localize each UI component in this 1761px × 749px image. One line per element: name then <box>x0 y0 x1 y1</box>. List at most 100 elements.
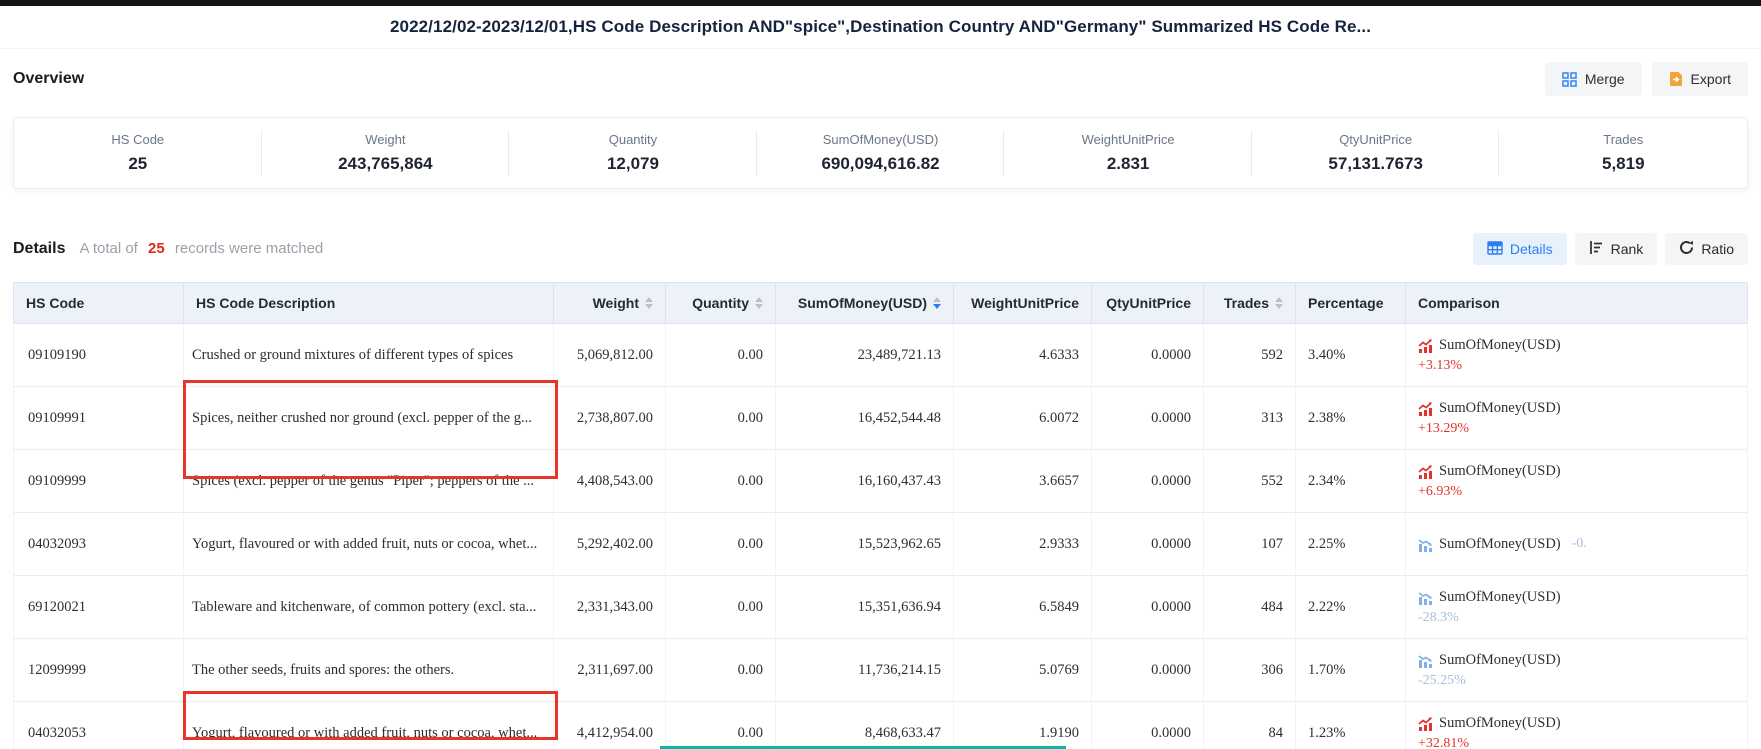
cell-weight_unit_price: 6.0072 <box>954 387 1092 450</box>
cell-sum_of_money: 16,160,437.43 <box>776 450 954 513</box>
cell-weight: 2,311,697.00 <box>554 639 666 702</box>
comparison-change-value: -28.3% <box>1418 610 1459 625</box>
comparison-cell: SumOfMoney(USD)+3.13% <box>1406 324 1748 387</box>
cell-weight_unit_price: 3.6657 <box>954 450 1092 513</box>
sort-caret-icon[interactable] <box>933 297 941 309</box>
cell-quantity: 0.00 <box>666 450 776 513</box>
tab-details-label: Details <box>1510 241 1553 257</box>
cell-qty_unit_price: 0.0000 <box>1092 576 1204 639</box>
cell-sum_of_money: 16,452,544.48 <box>776 387 954 450</box>
tab-ratio[interactable]: Ratio <box>1665 233 1748 265</box>
cell-description: The other seeds, fruits and spores: the … <box>184 639 554 702</box>
comparison-cell: SumOfMoney(USD) -28.3% <box>1406 576 1748 639</box>
cell-weight_unit_price: 6.5849 <box>954 576 1092 639</box>
cell-description: Spices (excl. pepper of the genus "Piper… <box>184 450 554 513</box>
column-header-quantity[interactable]: Quantity <box>666 283 776 324</box>
table-row[interactable]: 04032093Yogurt, flavoured or with added … <box>14 513 1748 576</box>
cell-description: Yogurt, flavoured or with added fruit, n… <box>184 513 554 576</box>
ratio-cycle-icon <box>1679 240 1694 258</box>
cell-weight: 4,408,543.00 <box>554 450 666 513</box>
cell-trades: 306 <box>1204 639 1296 702</box>
column-header-weight[interactable]: Weight <box>554 283 666 324</box>
cell-trades: 484 <box>1204 576 1296 639</box>
cell-weight: 5,069,812.00 <box>554 324 666 387</box>
column-label: Comparison <box>1418 295 1500 311</box>
stat-value: 5,819 <box>1602 154 1645 174</box>
cell-percentage: 3.40% <box>1296 324 1406 387</box>
column-header-sum_of_money[interactable]: SumOfMoney(USD) <box>776 283 954 324</box>
cell-hs_code: 09109991 <box>14 387 184 450</box>
export-button[interactable]: Export <box>1652 62 1748 96</box>
sort-caret-icon[interactable] <box>1275 297 1283 309</box>
details-table: HS CodeHS Code DescriptionWeightQuantity… <box>13 282 1748 749</box>
comparison-change-value: -25.25% <box>1418 673 1466 688</box>
bar-chart-up-icon <box>1418 338 1433 353</box>
comparison-cell: SumOfMoney(USD) -25.25% <box>1406 639 1748 702</box>
cell-qty_unit_price: 0.0000 <box>1092 387 1204 450</box>
column-label: Weight <box>593 295 639 311</box>
cell-percentage: 1.70% <box>1296 639 1406 702</box>
cell-trades: 592 <box>1204 324 1296 387</box>
cell-trades: 107 <box>1204 513 1296 576</box>
column-label: Trades <box>1224 295 1269 311</box>
comparison-change-value: +32.81% <box>1418 736 1469 749</box>
cell-percentage: 2.38% <box>1296 387 1406 450</box>
sort-caret-icon[interactable] <box>645 297 653 309</box>
cell-trades: 552 <box>1204 450 1296 513</box>
overview-stats: HS Code 25 Weight 243,765,864 Quantity 1… <box>13 117 1748 189</box>
cell-weight_unit_price: 1.9190 <box>954 702 1092 749</box>
bar-chart-up-icon <box>1418 716 1433 731</box>
tab-details[interactable]: Details <box>1473 233 1567 265</box>
cell-hs_code: 04032053 <box>14 702 184 749</box>
stat-value: 12,079 <box>607 154 659 174</box>
comparison-change-value: -0. <box>1572 536 1587 552</box>
comparison-change-value: +3.13% <box>1418 358 1462 373</box>
summary-suffix: records were matched <box>175 240 323 257</box>
page-title: 2022/12/02-2023/12/01,HS Code Descriptio… <box>390 17 1371 37</box>
table-row[interactable]: 69120021Tableware and kitchenware, of co… <box>14 576 1748 639</box>
table-row[interactable]: 04032053Yogurt, flavoured or with added … <box>14 702 1748 749</box>
cell-sum_of_money: 15,351,636.94 <box>776 576 954 639</box>
column-header-weight_unit_price: WeightUnitPrice <box>954 283 1092 324</box>
cell-qty_unit_price: 0.0000 <box>1092 450 1204 513</box>
cell-weight: 2,331,343.00 <box>554 576 666 639</box>
cell-quantity: 0.00 <box>666 324 776 387</box>
cell-weight: 4,412,954.00 <box>554 702 666 749</box>
overview-stat: HS Code 25 <box>14 118 262 188</box>
stat-value: 57,131.7673 <box>1328 154 1423 174</box>
table-row[interactable]: 09109190Crushed or ground mixtures of di… <box>14 324 1748 387</box>
table-row[interactable]: 09109991Spices, neither crushed nor grou… <box>14 387 1748 450</box>
cell-sum_of_money: 15,523,962.65 <box>776 513 954 576</box>
column-label: QtyUnitPrice <box>1106 295 1191 311</box>
stat-label: Trades <box>1603 132 1643 147</box>
overview-stat: Weight 243,765,864 <box>262 118 510 188</box>
column-header-trades[interactable]: Trades <box>1204 283 1296 324</box>
comparison-change-value: +6.93% <box>1418 484 1462 499</box>
cell-hs_code: 69120021 <box>14 576 184 639</box>
table-row[interactable]: 12099999The other seeds, fruits and spor… <box>14 639 1748 702</box>
overview-stat: SumOfMoney(USD) 690,094,616.82 <box>757 118 1005 188</box>
table-body: 09109190Crushed or ground mixtures of di… <box>14 324 1748 749</box>
tab-rank[interactable]: Rank <box>1575 233 1658 265</box>
record-count: 25 <box>148 240 165 257</box>
cell-description: Spices, neither crushed nor ground (excl… <box>184 387 554 450</box>
export-button-label: Export <box>1691 71 1731 87</box>
comparison-metric-label: SumOfMoney(USD) <box>1439 400 1561 417</box>
stat-value: 25 <box>128 154 147 174</box>
comparison-metric-label: SumOfMoney(USD) <box>1439 715 1561 732</box>
stat-value: 2.831 <box>1107 154 1150 174</box>
tab-ratio-label: Ratio <box>1701 241 1734 257</box>
stat-label: QtyUnitPrice <box>1339 132 1412 147</box>
table-row[interactable]: 09109999Spices (excl. pepper of the genu… <box>14 450 1748 513</box>
merge-button[interactable]: Merge <box>1545 62 1642 96</box>
comparison-metric-label: SumOfMoney(USD) <box>1439 589 1561 606</box>
comparison-metric-label: SumOfMoney(USD) <box>1439 652 1561 669</box>
overview-actions: Merge Export <box>1545 62 1748 96</box>
tab-rank-label: Rank <box>1611 241 1644 257</box>
summary-prefix: A total of <box>79 240 137 257</box>
details-heading: Details <box>13 240 65 258</box>
bar-chart-up-icon <box>1418 464 1433 479</box>
sort-caret-icon[interactable] <box>755 297 763 309</box>
cell-qty_unit_price: 0.0000 <box>1092 324 1204 387</box>
bar-chart-down-icon <box>1418 537 1433 552</box>
